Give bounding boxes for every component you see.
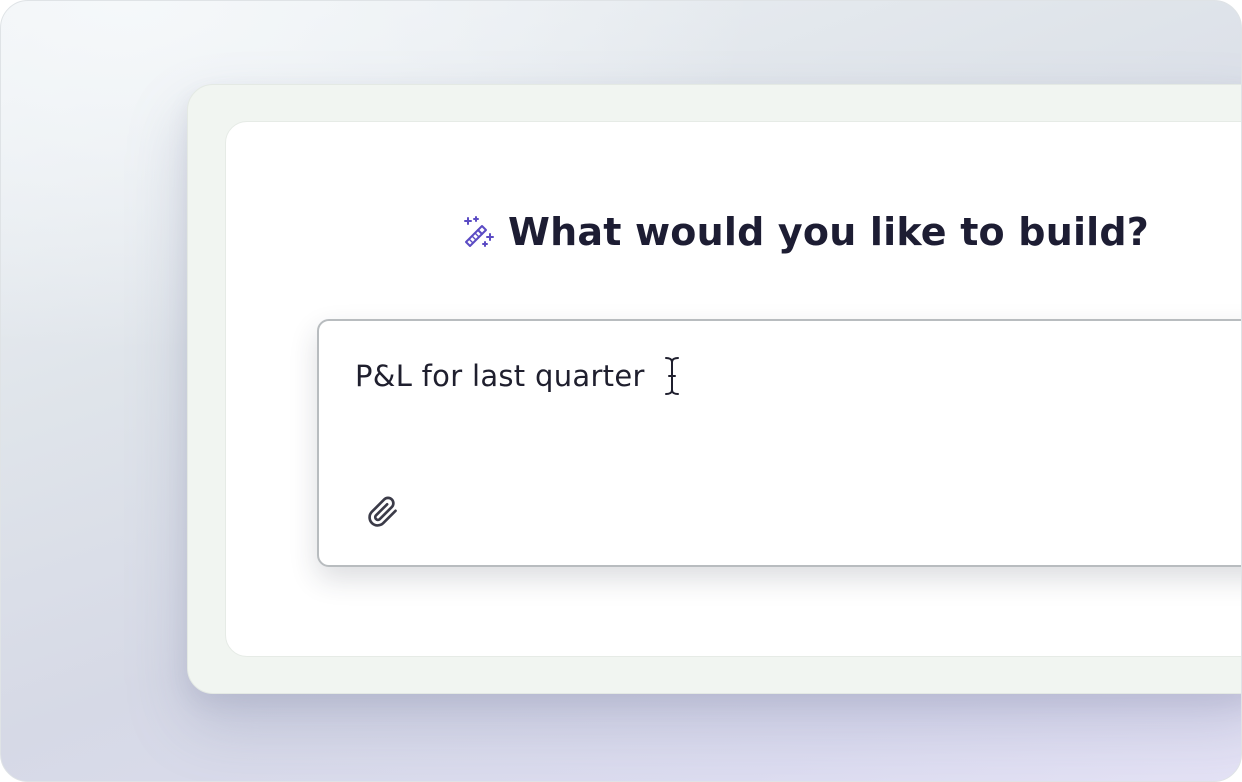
builder-card: What would you like to build? P&L for la… [225,121,1241,657]
page-title: What would you like to build? [508,210,1150,254]
builder-panel: What would you like to build? P&L for la… [187,84,1241,694]
background-stage: What would you like to build? P&L for la… [0,0,1242,782]
prompt-input[interactable]: P&L for last quarter [317,319,1241,567]
prompt-text-row: P&L for last quarter [355,355,683,397]
prompt-value[interactable]: P&L for last quarter [355,359,645,393]
paperclip-icon[interactable] [367,496,399,528]
magic-wand-icon [460,214,496,250]
page-heading: What would you like to build? [460,210,1149,254]
text-cursor-icon [661,355,683,397]
